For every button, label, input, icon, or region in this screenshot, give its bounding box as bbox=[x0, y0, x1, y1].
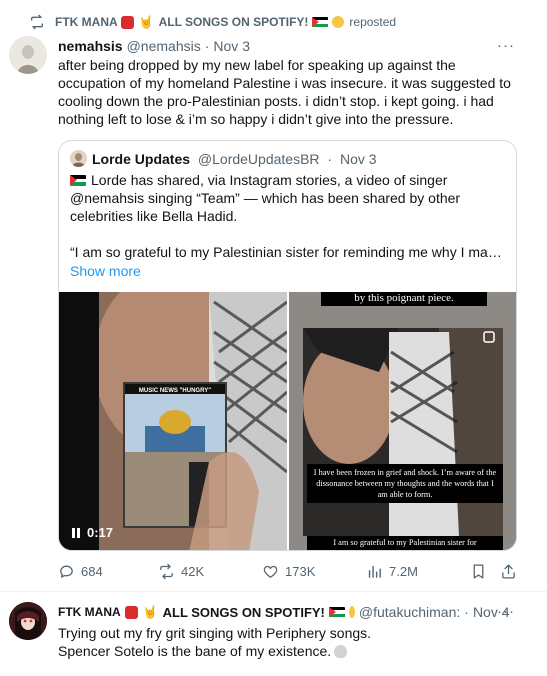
author-handle[interactable]: @nemahsis bbox=[127, 38, 201, 54]
views-button[interactable]: 7.2M bbox=[366, 563, 418, 580]
author-handle[interactable]: @futakuchiman: bbox=[359, 604, 460, 620]
analytics-icon bbox=[368, 565, 381, 578]
avatar[interactable] bbox=[9, 36, 47, 74]
quote-author-handle: @LordeUpdatesBR bbox=[197, 151, 320, 167]
quote-text: Lorde has shared, via Instagram stories,… bbox=[70, 171, 506, 261]
author-name[interactable]: FTK MANA bbox=[58, 605, 121, 619]
reposted-label: reposted bbox=[349, 15, 397, 29]
quote-paragraph-2: “I am so grateful to my Palestinian sist… bbox=[70, 244, 506, 260]
reposter-name: FTK MANA bbox=[55, 15, 118, 29]
quote-author-name: Lorde Updates bbox=[92, 151, 191, 167]
like-count: 173K bbox=[285, 564, 316, 579]
palestine-flag-icon bbox=[312, 16, 329, 28]
stop-sign-icon bbox=[120, 15, 134, 29]
like-button[interactable]: 173K bbox=[262, 563, 315, 580]
quote-header: Lorde Updates @LordeUpdatesBR · Nov 3 bbox=[92, 151, 377, 167]
quote-media[interactable]: MUSIC NEWS "HUNGRY" 0:17 by this poignan… bbox=[59, 292, 516, 550]
quote-avatar bbox=[70, 150, 87, 167]
reply-button[interactable]: 684 bbox=[58, 563, 103, 580]
tweet-text: Trying out my fry grit singing with Peri… bbox=[58, 624, 518, 660]
share-button[interactable] bbox=[500, 563, 523, 580]
action-bar: 684 42K 173K 7.2M bbox=[58, 563, 520, 581]
repost-indicator[interactable]: FTK MANA 🤘 ALL SONGS ON SPOTIFY! reposte… bbox=[29, 14, 396, 30]
more-options-icon[interactable]: ··· bbox=[497, 37, 515, 54]
stop-sign-icon bbox=[124, 605, 138, 619]
story-image bbox=[289, 292, 516, 550]
heart-icon bbox=[263, 565, 278, 578]
story-screenshot[interactable]: by this poignant piece. I have been froz… bbox=[289, 292, 516, 550]
palestine-flag-icon bbox=[70, 175, 86, 186]
yellow-heart-icon bbox=[332, 16, 345, 28]
tweet-text-line-2: Spencer Sotelo is the bane of my existen… bbox=[58, 642, 518, 660]
more-options-icon[interactable]: ··· bbox=[497, 603, 515, 620]
quote-timestamp: Nov 3 bbox=[339, 151, 377, 167]
story-caption-top: by this poignant piece. bbox=[321, 292, 487, 306]
avatar-portrait-icon bbox=[9, 36, 47, 74]
show-more-link[interactable]: Show more bbox=[70, 263, 141, 279]
repost-count: 42K bbox=[181, 564, 205, 579]
palestine-flag-icon bbox=[328, 606, 345, 618]
story-caption-middle: I have been frozen in grief and shock. I… bbox=[307, 464, 503, 503]
yellow-heart-icon bbox=[348, 606, 355, 618]
tweet-text-line-2-text: Spencer Sotelo is the bane of my existen… bbox=[58, 643, 332, 659]
separator-dot: · bbox=[204, 38, 210, 54]
pause-icon[interactable] bbox=[72, 527, 80, 538]
author-name[interactable]: nemahsis bbox=[58, 38, 123, 54]
timestamp[interactable]: Nov 3 bbox=[213, 38, 250, 54]
reply-count: 684 bbox=[81, 564, 103, 579]
tweet-header: FTK MANA 🤘 ALL SONGS ON SPOTIFY! @futaku… bbox=[58, 604, 528, 620]
repost-button[interactable]: 42K bbox=[158, 563, 204, 580]
inner-caption: MUSIC NEWS "HUNGRY" bbox=[138, 388, 212, 394]
avatar-portrait-icon bbox=[9, 602, 47, 640]
share-icon bbox=[502, 564, 515, 579]
bookmark-button[interactable] bbox=[470, 563, 493, 580]
bookmark-icon bbox=[473, 564, 484, 579]
avatar[interactable] bbox=[9, 602, 47, 640]
quote-paragraph-1: Lorde has shared, via Instagram stories,… bbox=[70, 171, 506, 225]
author-name-tail[interactable]: ALL SONGS ON SPOTIFY! bbox=[163, 605, 325, 620]
video-frame-image bbox=[59, 292, 287, 550]
video-time-label: 0:17 bbox=[87, 525, 114, 540]
quoted-tweet-card[interactable]: Lorde Updates @LordeUpdatesBR · Nov 3 Lo… bbox=[58, 140, 517, 551]
tweet-text: after being dropped by my new label for … bbox=[58, 57, 511, 127]
tweet-divider bbox=[0, 591, 547, 592]
video-thumbnail[interactable]: MUSIC NEWS "HUNGRY" 0:17 bbox=[59, 292, 287, 550]
view-count: 7.2M bbox=[389, 564, 418, 579]
repost-icon bbox=[160, 563, 173, 580]
reposter-name-tail: ALL SONGS ON SPOTIFY! bbox=[158, 15, 309, 29]
separator-dot: · bbox=[327, 151, 333, 167]
sign-of-horns-icon: 🤘 bbox=[138, 15, 154, 29]
video-timestamp[interactable]: 0:17 bbox=[72, 525, 113, 540]
tweet-text-line-1: Trying out my fry grit singing with Peri… bbox=[58, 625, 372, 641]
reply-icon bbox=[60, 565, 73, 578]
repost-icon bbox=[31, 14, 43, 30]
skull-icon bbox=[334, 645, 348, 658]
quote-text-1: Lorde has shared, via Instagram stories,… bbox=[70, 172, 461, 224]
tweet-header: nemahsis @nemahsis · Nov 3 bbox=[58, 38, 250, 54]
story-caption-bottom: I am so grateful to my Palestinian siste… bbox=[307, 536, 503, 550]
separator-dot: · bbox=[464, 604, 469, 620]
sign-of-horns-icon: 🤘 bbox=[142, 605, 158, 619]
